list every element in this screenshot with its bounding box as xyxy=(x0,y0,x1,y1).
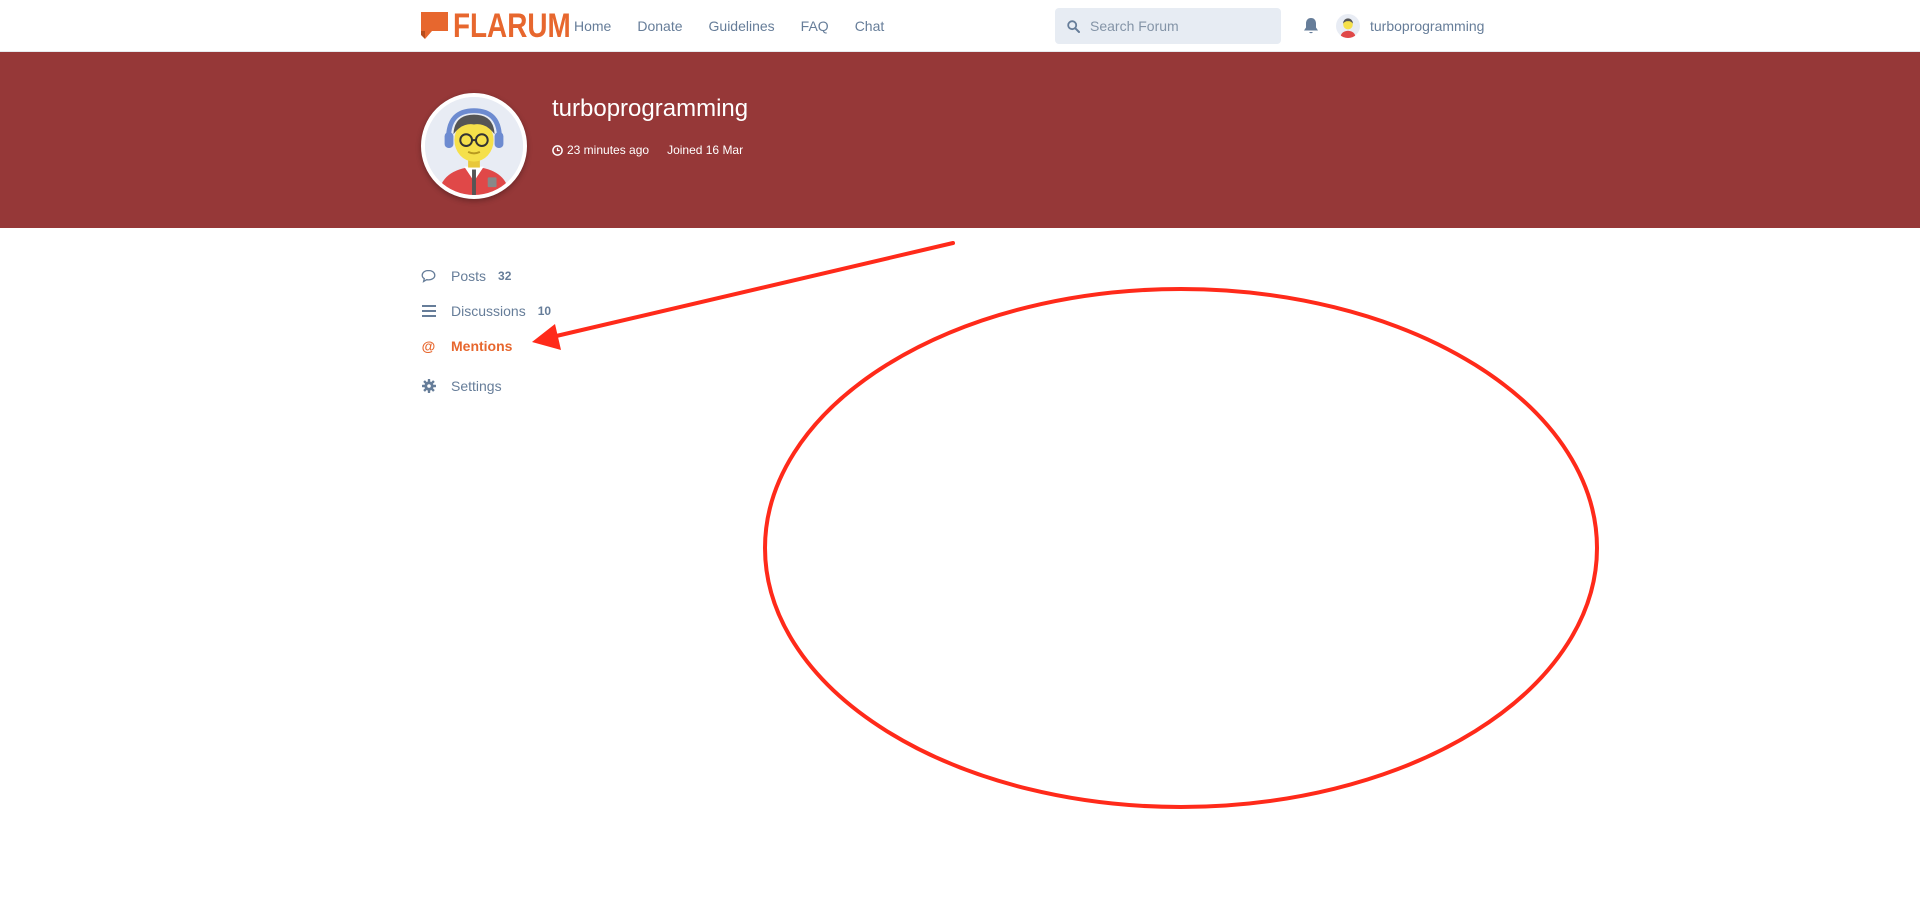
profile-hero: turboprogramming 23 minutes ago Joined 1… xyxy=(0,52,1920,228)
search-icon xyxy=(1067,19,1080,33)
sidebar-item-label: Discussions xyxy=(451,303,526,319)
search-input[interactable] xyxy=(1090,18,1270,34)
annotation-ellipse xyxy=(763,287,1599,809)
clock-icon xyxy=(552,144,563,156)
brand-name: FLARUM xyxy=(453,7,571,45)
flarum-logo[interactable]: FLARUM xyxy=(421,7,597,45)
user-menu-button[interactable]: turboprogramming xyxy=(1336,14,1484,38)
nav-guidelines[interactable]: Guidelines xyxy=(709,18,775,34)
sidebar-item-mentions[interactable]: @ Mentions xyxy=(421,335,621,357)
joined-date: Joined 16 Mar xyxy=(667,143,744,157)
nav-faq[interactable]: FAQ xyxy=(801,18,829,34)
sidebar-item-label: Settings xyxy=(451,378,502,394)
last-seen: 23 minutes ago xyxy=(567,143,650,157)
sidebar-item-posts[interactable]: Posts 32 xyxy=(421,265,621,287)
profile-avatar[interactable] xyxy=(421,93,527,199)
user-avatar xyxy=(1336,14,1360,38)
sidebar-item-label: Mentions xyxy=(451,338,513,354)
sidebar-item-label: Posts xyxy=(451,268,487,284)
notifications-bell-icon[interactable] xyxy=(1303,17,1319,35)
posts-count: 32 xyxy=(498,269,512,283)
search-box[interactable] xyxy=(1055,8,1281,44)
top-header: FLARUM Home Donate Guidelines FAQ Chat t… xyxy=(0,0,1920,52)
header-username: turboprogramming xyxy=(1370,18,1485,34)
main-nav: Home Donate Guidelines FAQ Chat xyxy=(574,0,910,52)
profile-meta: 23 minutes ago Joined 16 Mar xyxy=(552,143,743,157)
profile-sidebar: Posts 32 Discussions 10 @ Mentions Setti… xyxy=(421,265,621,410)
comment-icon xyxy=(421,269,436,284)
nav-home[interactable]: Home xyxy=(574,18,611,34)
sidebar-item-discussions[interactable]: Discussions 10 xyxy=(421,300,621,322)
nav-chat[interactable]: Chat xyxy=(855,18,885,34)
list-icon xyxy=(421,304,436,319)
logo-mark-icon xyxy=(421,11,448,39)
sidebar-item-settings[interactable]: Settings xyxy=(421,375,621,397)
discussions-count: 10 xyxy=(537,304,552,318)
at-icon: @ xyxy=(421,338,436,354)
gear-icon xyxy=(421,379,436,394)
profile-username: turboprogramming xyxy=(552,95,749,122)
nav-donate[interactable]: Donate xyxy=(637,18,682,34)
